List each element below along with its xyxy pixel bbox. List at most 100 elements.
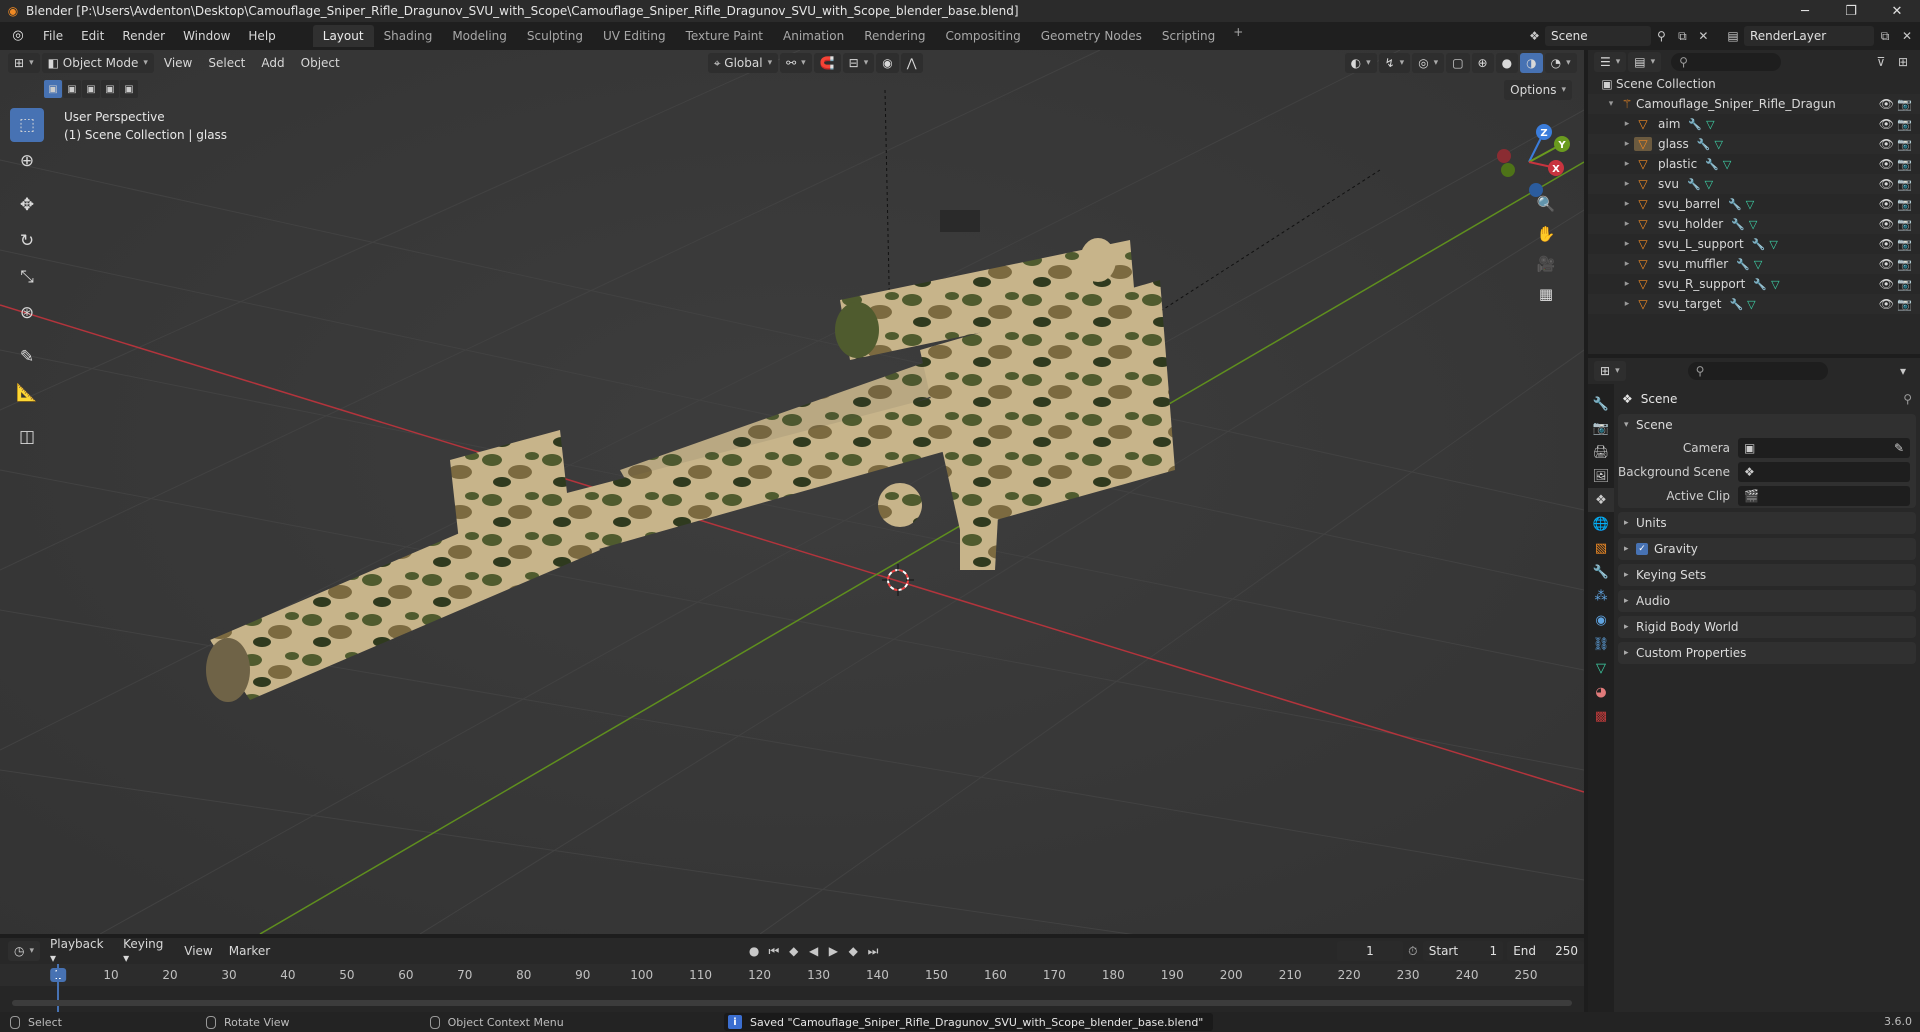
mesh-data-icon[interactable]: ▽ [1705,178,1713,191]
xray-toggle[interactable]: ▢ [1446,53,1470,73]
object-tab-icon[interactable]: ▧ [1588,536,1614,560]
mode-dropdown[interactable]: ◧ Object Mode ▾ [41,53,154,73]
shading-solid[interactable]: ● [1495,53,1519,73]
expand-arrow-icon[interactable]: ▸ [1620,179,1634,189]
expand-arrow-icon[interactable]: ▸ [1620,279,1634,289]
expand-arrow-icon[interactable]: ▸ [1620,219,1634,229]
visibility-eye-icon[interactable]: 👁 [1879,97,1894,111]
mesh-data-icon[interactable]: ▽ [1749,218,1757,231]
panel-header[interactable]: ▸ Custom Properties [1618,642,1916,664]
modifier-tab-icon[interactable]: 🔧 [1588,560,1614,584]
timeline-menu-view[interactable]: View [176,944,220,958]
render-camera-icon[interactable]: 📷 [1897,217,1912,231]
menu-file[interactable]: File [34,25,72,47]
properties-editor-type[interactable]: ⊞ ▾ [1594,361,1626,381]
visibility-eye-icon[interactable]: 👁 [1879,157,1894,171]
mesh-data-icon[interactable]: ▽ [1771,278,1779,291]
scene-panel-header[interactable]: ▾ Scene [1618,414,1916,436]
new-collection-icon[interactable]: ⊞ [1892,52,1914,72]
panel-header[interactable]: ▸ Keying Sets [1618,564,1916,586]
scene-name-field[interactable]: Scene [1545,26,1651,46]
play-reverse-icon[interactable]: ◀ [804,941,824,961]
expand-arrow-icon[interactable]: ▸ [1620,119,1634,129]
tab-shading[interactable]: Shading [374,25,443,47]
minimize-button[interactable]: ─ [1782,0,1828,22]
snap-toggle[interactable]: 🧲 [813,53,841,73]
properties-search-input[interactable]: ⚲ [1687,362,1828,380]
expand-arrow-icon[interactable]: ▸ [1620,299,1634,309]
modifier-icon[interactable]: 🔧 [1728,198,1742,211]
material-tab-icon[interactable]: ◕ [1588,680,1614,704]
viewport-menu-view[interactable]: View [156,56,200,70]
panel-header[interactable]: ▸ ✓ Gravity [1618,538,1916,560]
visibility-eye-icon[interactable]: 👁 [1879,257,1894,271]
shading-material[interactable]: ◑ [1520,53,1543,73]
expand-arrow-icon[interactable]: ▸ [1620,239,1634,249]
pin-icon[interactable]: ⚲ [1903,392,1912,406]
select-invert-icon[interactable]: ▣ [101,80,119,98]
outliner-scene-collection[interactable]: ▣ Scene Collection [1588,74,1920,94]
modifier-icon[interactable]: 🔧 [1687,178,1701,191]
panel-header[interactable]: ▸ Audio [1618,590,1916,612]
tab-geometry-nodes[interactable]: Geometry Nodes [1031,25,1152,47]
expand-arrow-icon[interactable]: ▸ [1620,259,1634,269]
texture-tab-icon[interactable]: ▩ [1588,704,1614,728]
gizmo-toggle[interactable]: ↯ ▾ [1378,53,1411,73]
constraints-tab-icon[interactable]: ⛓ [1588,632,1614,656]
expand-arrow-icon[interactable]: ▾ [1604,99,1618,109]
tab-layout[interactable]: Layout [312,25,374,47]
delete-layer-icon[interactable]: ✕ [1896,26,1918,46]
modifier-icon[interactable]: 🔧 [1729,298,1743,311]
status-message[interactable]: i Saved "Camouflage_Sniper_Rifle_Draguno… [724,1013,1214,1031]
outliner-object-row[interactable]: ▸ ▽ svu_barrel 🔧 ▽ 👁 📷 [1588,194,1920,214]
timeline-editor-type[interactable]: ◷ ▾ [8,941,41,961]
close-button[interactable]: ✕ [1874,0,1920,22]
timeline-scrollbar[interactable] [12,1000,1572,1006]
select-intersect-icon[interactable]: ▣ [120,80,138,98]
mesh-data-icon[interactable]: ▽ [1723,158,1731,171]
add-workspace-button[interactable]: + [1225,25,1251,47]
new-layer-icon[interactable]: ⧉ [1874,26,1896,46]
outliner-object-row[interactable]: ▸ ▽ svu_muffler 🔧 ▽ 👁 📷 [1588,254,1920,274]
modifier-icon[interactable]: 🔧 [1736,258,1750,271]
modifier-icon[interactable]: 🔧 [1753,278,1767,291]
scale-tool-icon[interactable]: ⤡ [10,260,44,294]
mesh-data-icon[interactable]: ▽ [1747,298,1755,311]
render-camera-icon[interactable]: 📷 [1897,97,1912,111]
shading-wireframe[interactable]: ⊕ [1471,53,1494,73]
mesh-data-icon[interactable]: ▽ [1754,258,1762,271]
blender-logo-icon[interactable]: ◎ [10,28,26,44]
tab-rendering[interactable]: Rendering [854,25,935,47]
pivot-point-dropdown[interactable]: ⚯ ▾ [780,53,812,73]
render-camera-icon[interactable]: 📷 [1897,237,1912,251]
pin-icon[interactable]: ⚲ [1651,26,1672,46]
outliner-object-row[interactable]: ▸ ▽ aim 🔧 ▽ 👁 📷 [1588,114,1920,134]
world-tab-icon[interactable]: 🌐 [1588,512,1614,536]
visibility-eye-icon[interactable]: 👁 [1879,297,1894,311]
visibility-dropdown[interactable]: ◐ ▾ [1344,53,1377,73]
properties-options-icon[interactable]: ▾ [1892,361,1914,381]
options-dropdown[interactable]: Options ▾ [1504,80,1572,100]
expand-arrow-icon[interactable]: ▸ [1620,159,1634,169]
record-icon[interactable]: ● [744,941,764,961]
tab-sculpting[interactable]: Sculpting [517,25,593,47]
render-camera-icon[interactable]: 📷 [1897,157,1912,171]
tab-modeling[interactable]: Modeling [442,25,517,47]
menu-window[interactable]: Window [174,25,239,47]
scene-icon[interactable]: ❖ [1524,26,1545,46]
jump-end-icon[interactable]: ⏭ [863,941,883,961]
render-camera-icon[interactable]: 📷 [1897,177,1912,191]
editor-type-dropdown[interactable]: ⊞ ▾ [8,53,40,73]
tab-uv-editing[interactable]: UV Editing [593,25,676,47]
modifier-icon[interactable]: 🔧 [1688,118,1702,131]
3d-viewport[interactable]: ⊞ ▾ ◧ Object Mode ▾ View Select Add Objec… [0,50,1584,934]
timeline-menu-playback[interactable]: Playback ▾ [42,937,115,965]
eyedropper-icon[interactable]: ✎ [1894,441,1904,455]
proportional-edit-toggle[interactable]: ◉ [876,53,899,73]
maximize-button[interactable]: ❐ [1828,0,1874,22]
navigation-gizmo[interactable]: Z Y X [1484,112,1574,202]
modifier-icon[interactable]: 🔧 [1697,138,1711,151]
outliner-object-row[interactable]: ▸ ▽ svu_L_support 🔧 ▽ 👁 📷 [1588,234,1920,254]
viewport-menu-select[interactable]: Select [200,56,253,70]
mesh-data-icon[interactable]: ▽ [1715,138,1723,151]
